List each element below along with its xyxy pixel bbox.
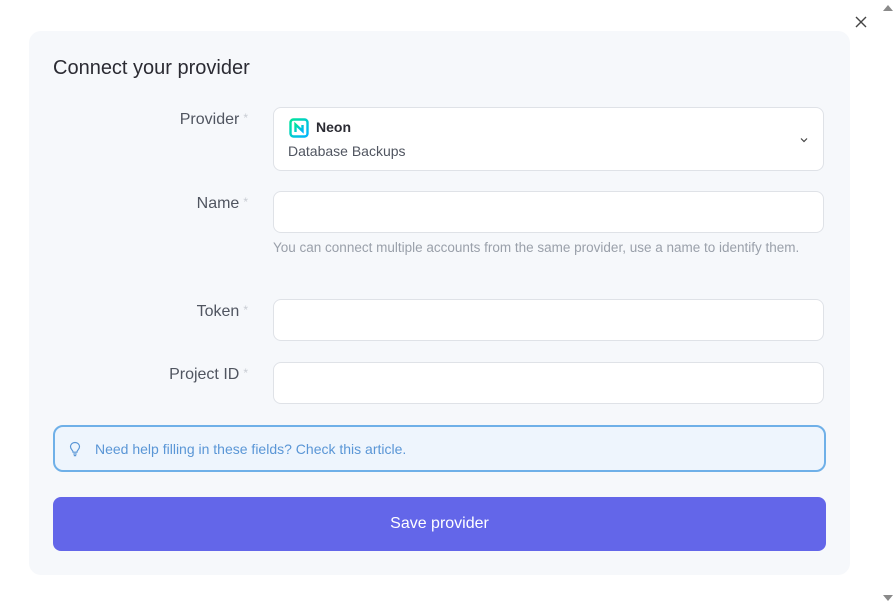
required-mark: *	[243, 195, 248, 209]
name-help-text: You can connect multiple accounts from t…	[273, 240, 800, 255]
project-id-field-wrapper	[273, 362, 824, 404]
save-provider-button[interactable]: Save provider	[53, 497, 826, 551]
chevron-down-icon	[800, 138, 808, 143]
close-button[interactable]	[851, 12, 871, 32]
help-article-link[interactable]: Need help filling in these fields? Check…	[53, 425, 826, 472]
close-icon	[855, 16, 867, 28]
page-title: Connect your provider	[53, 57, 250, 79]
neon-logo-icon	[289, 118, 309, 138]
provider-name: Neon	[316, 119, 351, 135]
required-mark: *	[243, 303, 248, 317]
provider-select[interactable]: Neon Database Backups	[273, 107, 824, 171]
provider-label: Provider *	[179, 111, 248, 128]
provider-subtitle: Database Backups	[288, 143, 406, 159]
help-banner-text: Need help filling in these fields? Check…	[95, 440, 407, 457]
token-label: Token *	[196, 303, 248, 320]
required-mark: *	[243, 366, 248, 380]
token-field-wrapper	[273, 299, 824, 341]
lightbulb-icon	[69, 441, 81, 456]
name-input[interactable]	[274, 192, 823, 232]
name-label: Name *	[196, 195, 248, 212]
required-mark: *	[243, 111, 248, 125]
token-input[interactable]	[274, 300, 823, 340]
project-id-label: Project ID *	[169, 366, 248, 383]
scroll-down-arrow[interactable]	[883, 595, 893, 601]
connect-provider-panel: Connect your provider Provider * Neon Dat…	[29, 31, 850, 575]
scroll-up-arrow[interactable]	[883, 5, 893, 11]
name-field-wrapper	[273, 191, 824, 233]
project-id-input[interactable]	[274, 363, 823, 403]
